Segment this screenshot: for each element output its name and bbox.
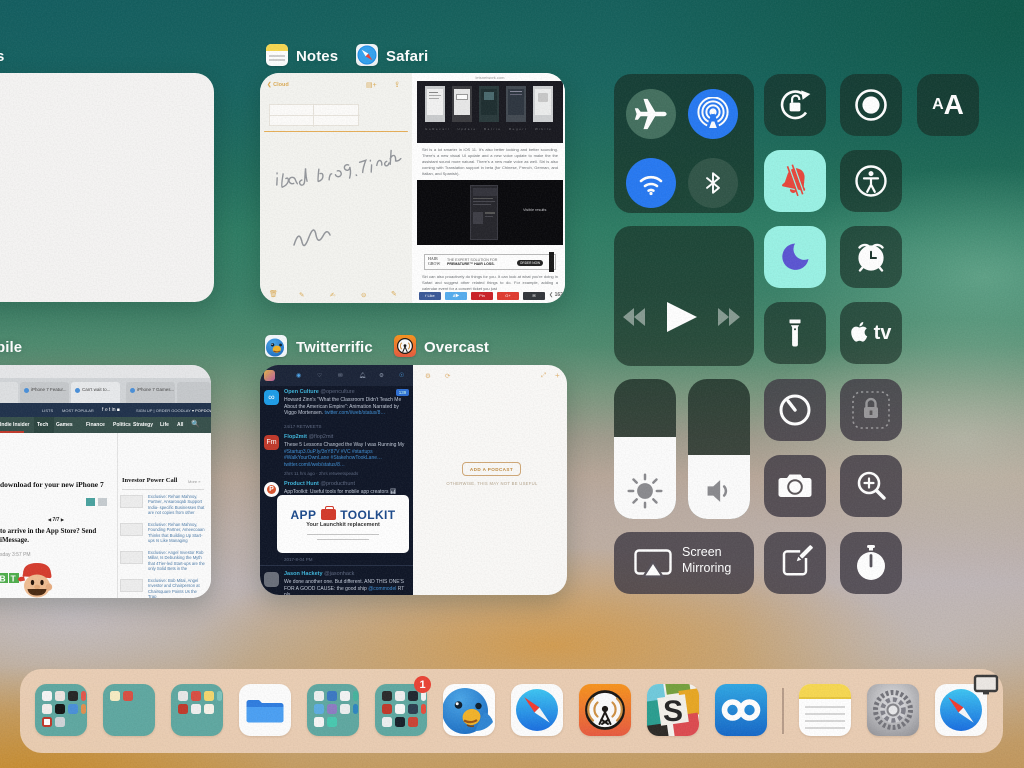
svg-text:S: S [663, 695, 683, 728]
svg-text:B: B [0, 574, 6, 584]
svg-text:T: T [11, 574, 17, 584]
